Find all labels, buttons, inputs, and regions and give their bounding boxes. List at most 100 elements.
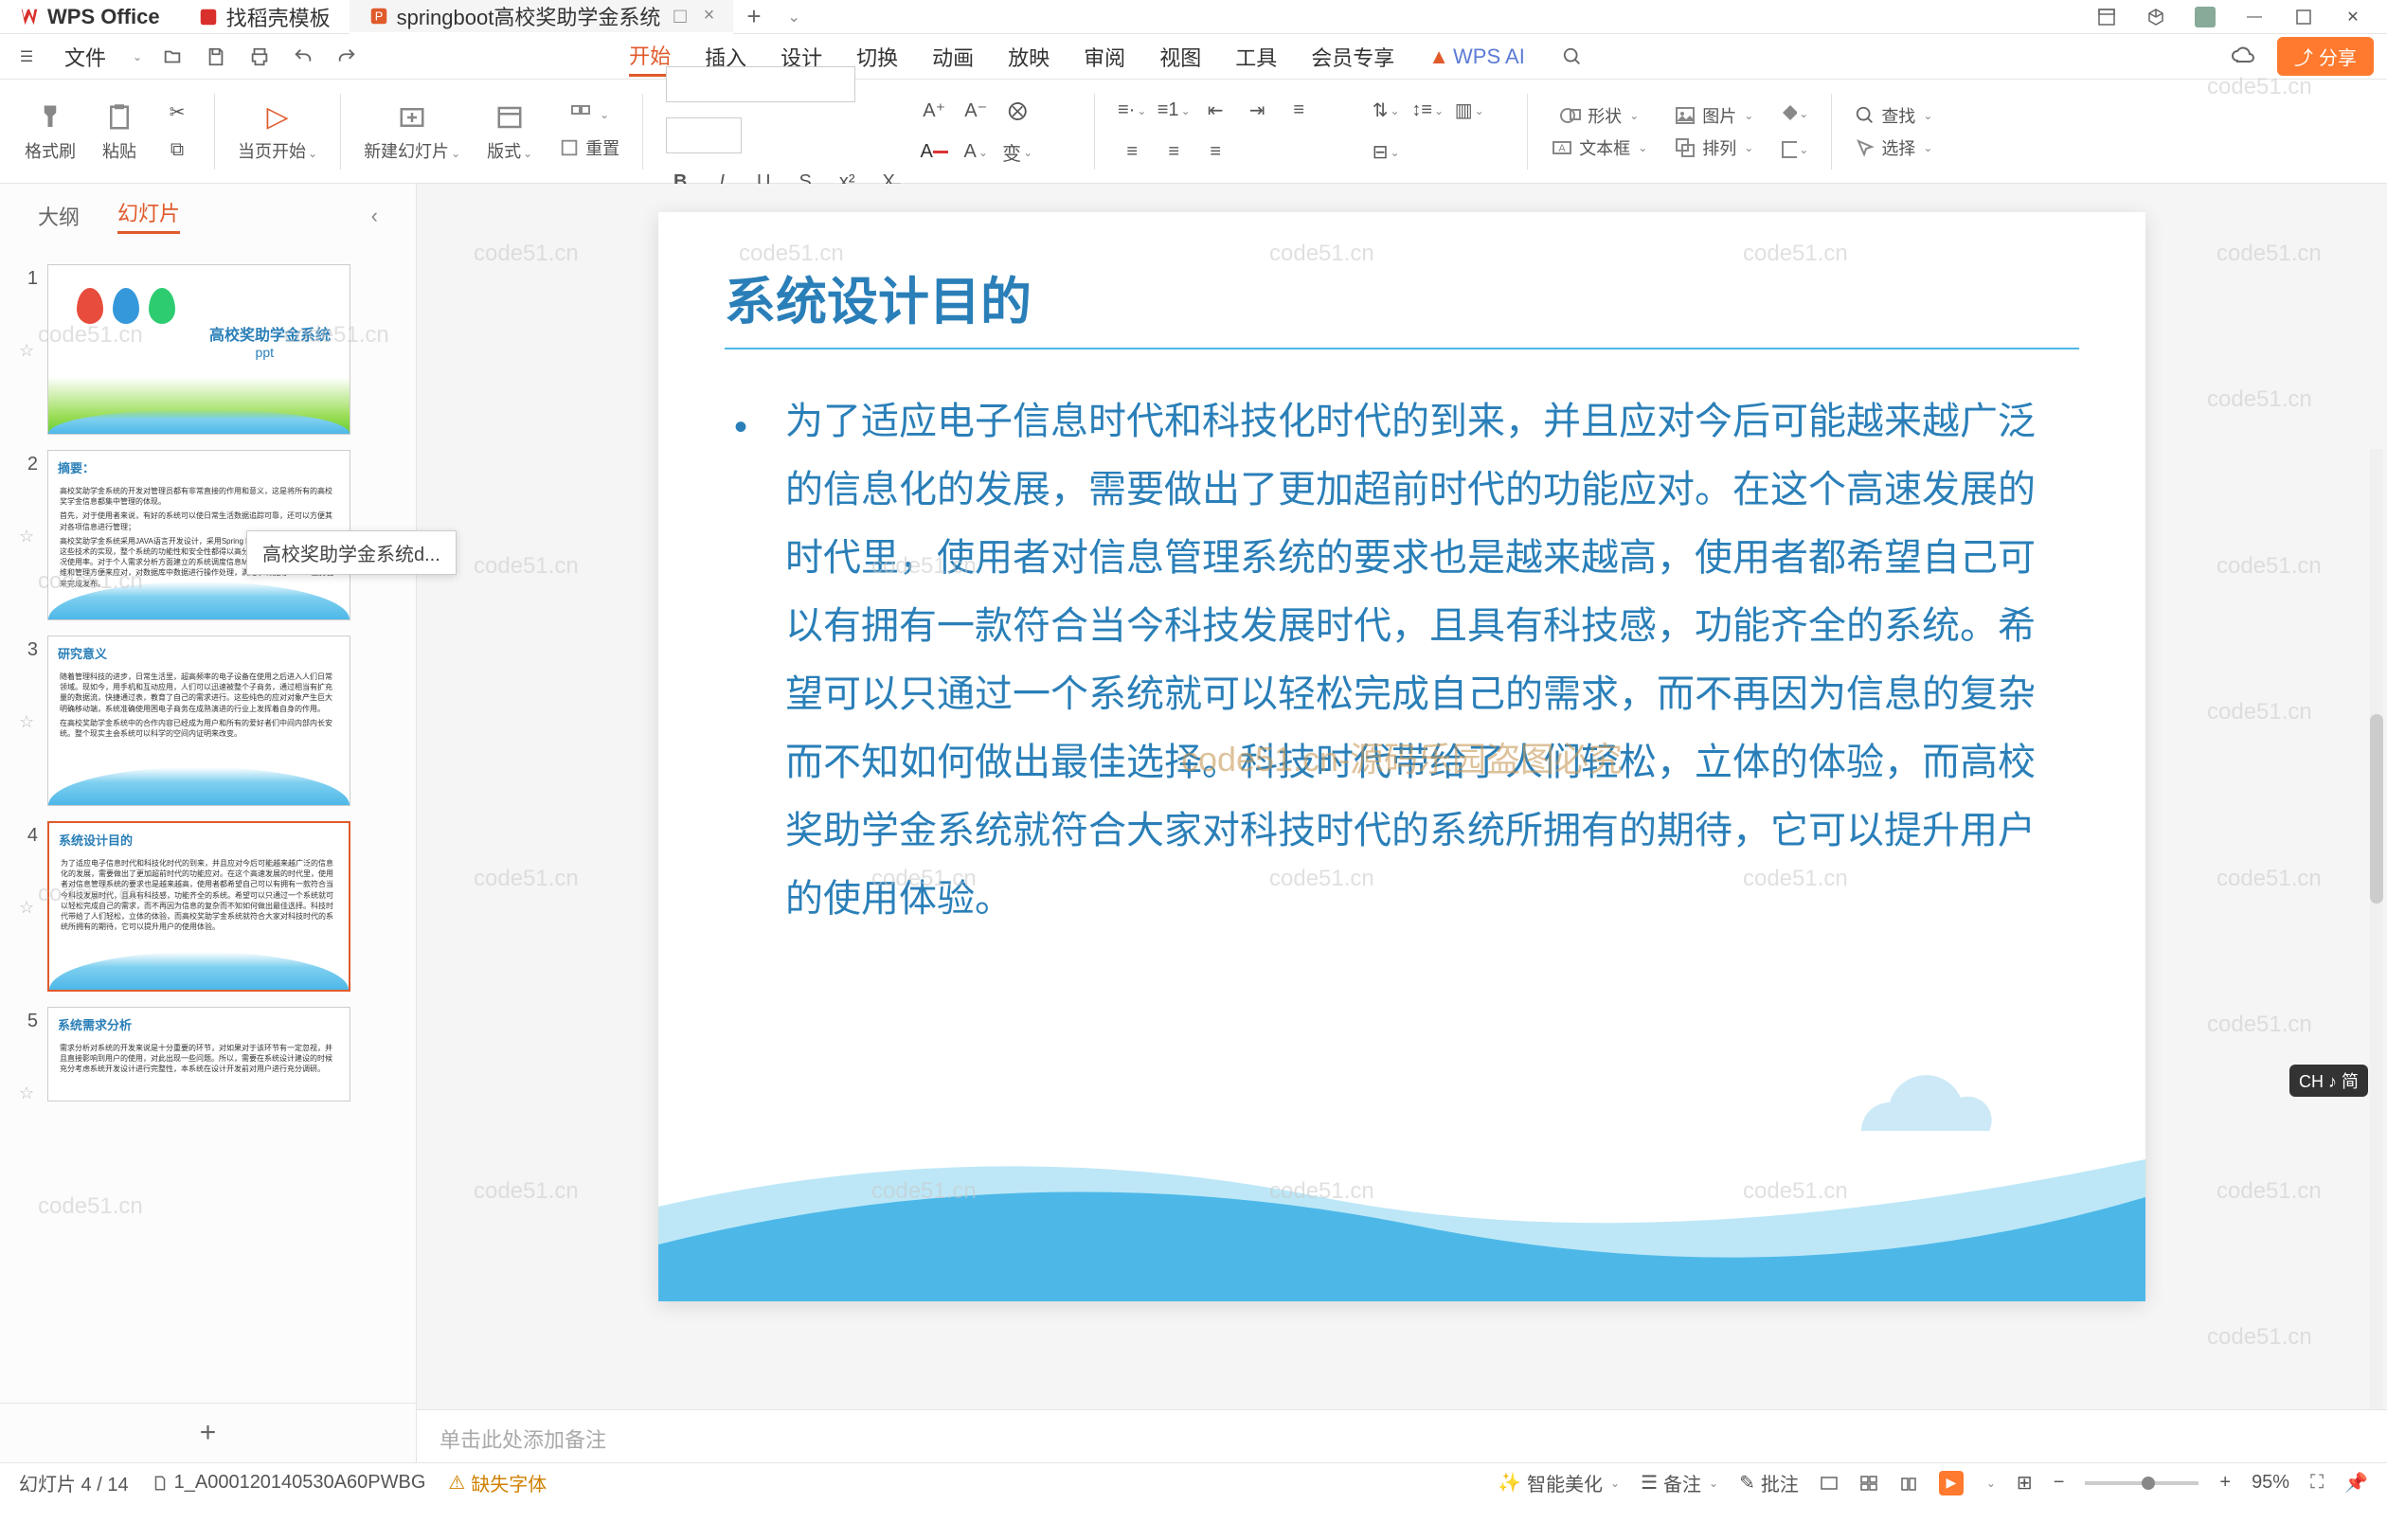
hamburger-icon[interactable]: ☰ bbox=[13, 44, 40, 70]
format-brush-button[interactable]: 格式刷 bbox=[25, 100, 76, 163]
section-button[interactable]: ⌄ bbox=[569, 103, 609, 126]
tab-document[interactable]: P springboot高校奖助学金系统 □ × bbox=[350, 0, 734, 34]
sorter-view-icon[interactable] bbox=[1859, 1474, 1878, 1493]
align-center-icon[interactable]: ≡ bbox=[1118, 138, 1146, 167]
slide-body[interactable]: • 为了适应电子信息时代和科技化时代的到来，并且应对今后可能越来越广泛的信息化的… bbox=[658, 387, 2145, 933]
thumbnail-list[interactable]: 1☆ 高校奖助学金系统 ppt 2☆ 摘要： 高校奖助学金系统的开发对管理员都有… bbox=[0, 247, 416, 1403]
columns-icon[interactable]: ▥⌄ bbox=[1455, 97, 1483, 125]
undo-icon[interactable] bbox=[290, 44, 316, 70]
file-id[interactable]: 1_A000120140530A60PWBG bbox=[152, 1472, 426, 1494]
find-button[interactable]: 查找⌄ bbox=[1855, 103, 1932, 128]
text-effects-button[interactable]: 变⌄ bbox=[1003, 138, 1032, 167]
zoom-in-button[interactable]: + bbox=[2219, 1472, 2231, 1494]
star-icon[interactable]: ☆ bbox=[19, 898, 38, 918]
close-tab-icon[interactable]: × bbox=[704, 5, 715, 27]
arrange-button[interactable]: 排列⌄ bbox=[1674, 135, 1753, 160]
print-icon[interactable] bbox=[246, 44, 273, 70]
redo-icon[interactable] bbox=[333, 44, 360, 70]
vertical-align-icon[interactable]: ⊟⌄ bbox=[1372, 138, 1400, 167]
bullets-button[interactable]: ≡·⌄ bbox=[1118, 97, 1146, 125]
thumbnail-4[interactable]: 系统设计目的 为了适应电子信息时代和科技化时代的到来，并且应对今后可能越来越广泛… bbox=[47, 821, 350, 992]
paste-button[interactable]: 粘贴 bbox=[102, 100, 136, 163]
add-tab-button[interactable]: + bbox=[733, 2, 774, 31]
comments-button[interactable]: ✎批注 bbox=[1739, 1469, 1799, 1496]
outline-color-icon[interactable]: ⌄ bbox=[1780, 135, 1808, 164]
new-slide-button[interactable]: 新建幻灯片⌄ bbox=[364, 100, 460, 163]
file-caret-icon[interactable]: ⌄ bbox=[133, 50, 142, 63]
highlight-button[interactable]: A⌄ bbox=[961, 138, 990, 167]
play-from-current-button[interactable]: ▷ 当页开始⌄ bbox=[238, 100, 317, 163]
zoom-out-button[interactable]: − bbox=[2054, 1472, 2065, 1494]
beautify-button[interactable]: ✨智能美化⌄ bbox=[1498, 1469, 1620, 1496]
cube-icon[interactable] bbox=[2145, 6, 2167, 28]
save-icon[interactable] bbox=[203, 44, 229, 70]
add-slide-button[interactable]: + bbox=[0, 1403, 416, 1462]
close-window-button[interactable]: ✕ bbox=[2342, 6, 2364, 28]
font-size-select[interactable] bbox=[666, 117, 742, 153]
reading-view-icon[interactable] bbox=[1899, 1474, 1918, 1493]
tab-wps-home[interactable]: WPS Office bbox=[0, 0, 179, 34]
shape-button[interactable]: 形状⌄ bbox=[1559, 103, 1639, 128]
font-family-select[interactable] bbox=[666, 66, 855, 102]
copy-icon[interactable]: ⧉ bbox=[163, 136, 191, 165]
tab-slideshow[interactable]: 放映 bbox=[1008, 38, 1050, 76]
fill-color-icon[interactable]: ⌄ bbox=[1780, 99, 1808, 128]
normal-view-icon[interactable] bbox=[1820, 1474, 1839, 1493]
tab-menu-button[interactable]: ⌄ bbox=[775, 8, 814, 27]
clear-format-icon[interactable]: ⨂ bbox=[1003, 97, 1032, 125]
cloud-sync-icon[interactable] bbox=[2230, 44, 2256, 70]
maximize-button[interactable] bbox=[2292, 6, 2315, 28]
star-icon[interactable]: ☆ bbox=[19, 712, 38, 732]
search-icon[interactable] bbox=[1559, 44, 1586, 70]
cut-icon[interactable]: ✂ bbox=[163, 98, 191, 127]
align-left-icon[interactable]: ≡ bbox=[1284, 97, 1313, 125]
canvas-scroll[interactable]: 系统设计目的 • 为了适应电子信息时代和科技化时代的到来，并且应对今后可能越来越… bbox=[417, 184, 2387, 1409]
numbering-button[interactable]: ≡1⌄ bbox=[1159, 97, 1188, 125]
file-menu[interactable]: 文件 bbox=[57, 42, 114, 72]
minimize-button[interactable]: — bbox=[2243, 6, 2266, 28]
outline-tab[interactable]: 大纲 bbox=[38, 201, 80, 231]
slideshow-caret[interactable]: ⌄ bbox=[1986, 1477, 1996, 1490]
tab-template[interactable]: 找稻壳模板 bbox=[179, 0, 350, 34]
grid-icon[interactable]: ⊞ bbox=[2017, 1471, 2033, 1495]
textbox-button[interactable]: A 文本框⌄ bbox=[1551, 135, 1647, 160]
tab-review[interactable]: 审阅 bbox=[1084, 38, 1125, 76]
zoom-slider[interactable] bbox=[2085, 1481, 2199, 1485]
open-icon[interactable] bbox=[159, 44, 186, 70]
zoom-level[interactable]: 95% bbox=[2252, 1472, 2289, 1494]
align-right-icon[interactable]: ≡ bbox=[1159, 138, 1188, 167]
tab-wps-ai[interactable]: ▲WPS AI bbox=[1428, 41, 1525, 73]
slide-title[interactable]: 系统设计目的 bbox=[658, 212, 2145, 348]
missing-font[interactable]: ⚠ 缺失字体 bbox=[448, 1469, 547, 1496]
star-icon[interactable]: ☆ bbox=[19, 1083, 38, 1103]
slides-tab[interactable]: 幻灯片 bbox=[117, 197, 180, 234]
thumbnail-3[interactable]: 研究意义 随着管理科技的进步，日常生活里，超高频率的电子设备在使用之后进入人们日… bbox=[47, 636, 350, 806]
tab-tools[interactable]: 工具 bbox=[1235, 38, 1277, 76]
font-increase-icon[interactable]: A⁺ bbox=[920, 97, 948, 125]
thumbnail-1[interactable]: 高校奖助学金系统 ppt bbox=[47, 264, 350, 435]
window-layout-icon[interactable] bbox=[2095, 6, 2118, 28]
slide-canvas[interactable]: 系统设计目的 • 为了适应电子信息时代和科技化时代的到来，并且应对今后可能越来越… bbox=[658, 212, 2145, 1301]
font-decrease-icon[interactable]: A⁻ bbox=[961, 97, 990, 125]
indent-increase-icon[interactable]: ⇥ bbox=[1243, 97, 1271, 125]
line-spacing-icon[interactable]: ↕≡⌄ bbox=[1413, 97, 1442, 125]
share-button[interactable]: ⤴ 分享 bbox=[2277, 37, 2374, 76]
avatar-icon[interactable] bbox=[2194, 6, 2216, 28]
text-direction-icon[interactable]: ⇅⌄ bbox=[1372, 97, 1400, 125]
tab-view[interactable]: 视图 bbox=[1159, 38, 1201, 76]
notes-button[interactable]: ☰备注⌄ bbox=[1641, 1469, 1718, 1496]
align-justify-icon[interactable]: ≡ bbox=[1201, 138, 1229, 167]
reset-button[interactable]: 重置 bbox=[559, 135, 619, 160]
fit-window-icon[interactable]: ⛶ bbox=[2310, 1472, 2324, 1494]
font-color-button[interactable]: A bbox=[920, 138, 948, 167]
select-button[interactable]: 选择⌄ bbox=[1855, 135, 1932, 160]
ime-badge[interactable]: CH ♪ 简 bbox=[2289, 1065, 2368, 1097]
picture-button[interactable]: 图片⌄ bbox=[1674, 103, 1753, 128]
indent-decrease-icon[interactable]: ⇤ bbox=[1201, 97, 1229, 125]
tab-animation[interactable]: 动画 bbox=[932, 38, 974, 76]
pin-icon[interactable]: 📌 bbox=[2344, 1471, 2368, 1495]
notes-bar[interactable]: 单击此处添加备注 bbox=[417, 1409, 2387, 1462]
layout-button[interactable]: 版式⌄ bbox=[487, 100, 532, 163]
collapse-sidebar-icon[interactable]: ‹ bbox=[371, 204, 378, 228]
thumbnail-5[interactable]: 系统需求分析 需求分析对系统的开发来说是十分重要的环节，对如果对于该环节有一定忽… bbox=[47, 1007, 350, 1101]
